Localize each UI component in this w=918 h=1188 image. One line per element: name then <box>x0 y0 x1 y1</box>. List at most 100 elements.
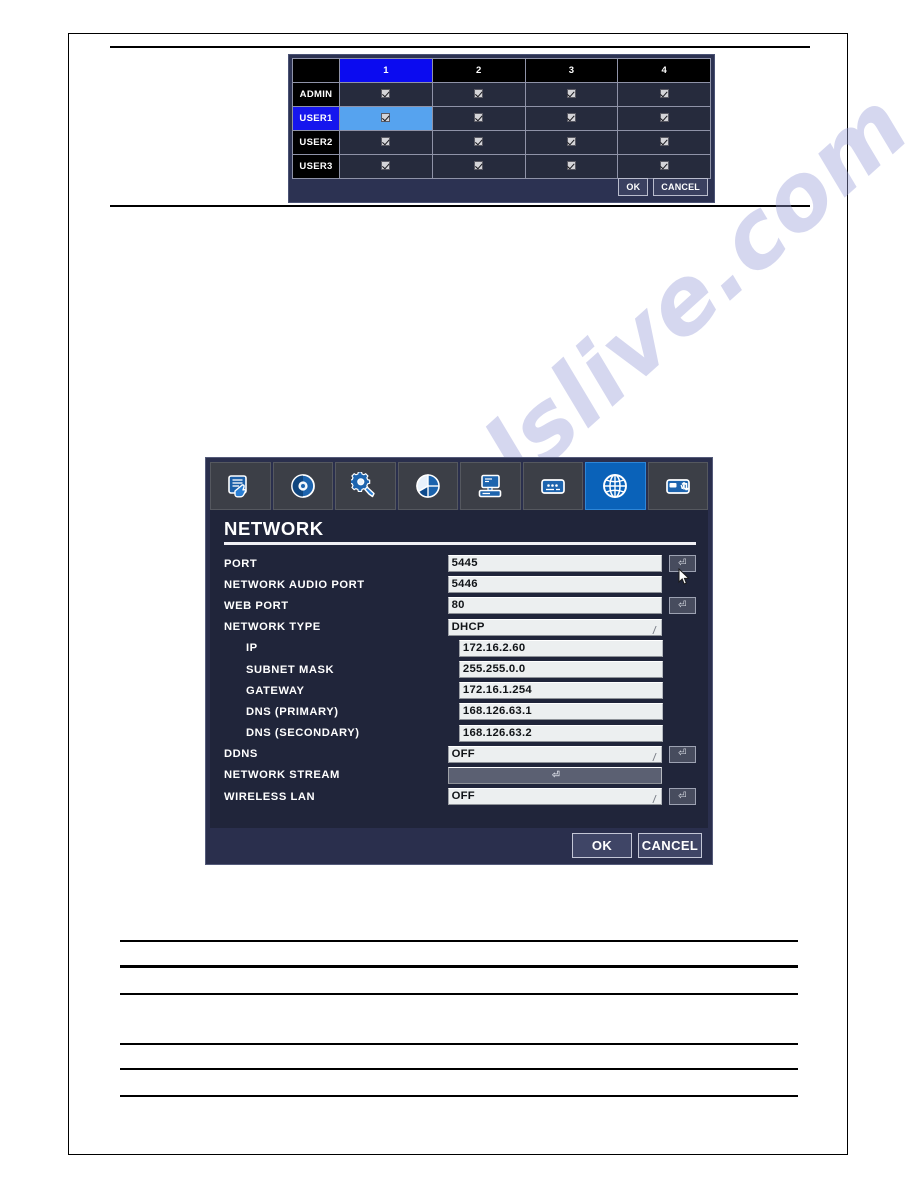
checkbox-icon[interactable] <box>474 88 484 98</box>
tab-event[interactable] <box>522 462 583 510</box>
table-header-row: 1 2 3 4 <box>292 58 711 83</box>
user-permission-dialog: 1 2 3 4 ADMIN USER1 USER2 USER3 OK CANCE… <box>288 54 715 203</box>
field-row-network-stream: NETWORK STREAM ⏎ <box>224 765 696 786</box>
perm-cell-user2-3[interactable] <box>524 130 619 155</box>
network-cancel-button[interactable]: CANCEL <box>638 832 702 858</box>
field-row-ddns: DDNS OFF ⏎ <box>224 744 696 765</box>
table-row: USER2 <box>292 130 711 155</box>
bottom-rule-1 <box>120 940 798 942</box>
checkbox-icon[interactable] <box>381 136 391 146</box>
dropdown-marker-icon <box>650 753 657 761</box>
dropdown-marker-icon <box>650 795 657 803</box>
enter-key-icon: ⏎ <box>678 557 687 569</box>
perm-cell-admin-4[interactable] <box>617 82 711 107</box>
select-wireless-lan[interactable]: OFF <box>447 788 662 806</box>
table-row: USER1 <box>292 106 711 131</box>
checkbox-icon[interactable] <box>381 88 391 98</box>
permission-cancel-button[interactable]: CANCEL <box>653 178 708 196</box>
enter-button-web-port[interactable]: ⏎ <box>668 597 696 615</box>
input-subnet-mask[interactable]: 255.255.0.0 <box>458 661 663 679</box>
user-label-admin[interactable]: ADMIN <box>292 82 340 107</box>
tab-system[interactable] <box>210 462 271 510</box>
channel-header-1[interactable]: 1 <box>339 58 433 83</box>
bottom-rule-2 <box>120 965 798 968</box>
user-label-user1[interactable]: USER1 <box>292 106 340 131</box>
perm-cell-admin-1[interactable] <box>339 82 433 107</box>
checkbox-icon[interactable] <box>659 112 669 122</box>
checkbox-icon[interactable] <box>474 136 484 146</box>
perm-cell-user1-1[interactable] <box>339 106 433 131</box>
perm-cell-user1-2[interactable] <box>431 106 526 131</box>
submenu-network-stream[interactable]: ⏎ <box>447 766 662 784</box>
select-network-type[interactable]: DHCP <box>447 618 662 636</box>
page-title: NETWORK <box>224 518 324 539</box>
input-ip[interactable]: 172.16.2.60 <box>458 639 663 657</box>
dropdown-marker-icon <box>650 626 657 634</box>
backup-transfer-icon: ∨ <box>664 472 692 500</box>
perm-cell-user1-3[interactable] <box>524 106 619 131</box>
channel-header-4[interactable]: 4 <box>617 58 711 83</box>
enter-button-port[interactable]: ⏎ <box>668 555 696 573</box>
perm-cell-user2-2[interactable] <box>431 130 526 155</box>
checkbox-icon[interactable] <box>381 112 391 122</box>
perm-cell-user1-4[interactable] <box>617 106 711 131</box>
enter-key-icon: ⏎ <box>678 748 687 760</box>
perm-cell-admin-2[interactable] <box>431 82 526 107</box>
select-ddns[interactable]: OFF <box>447 745 662 763</box>
checkbox-icon[interactable] <box>381 160 391 170</box>
perm-cell-admin-3[interactable] <box>524 82 619 107</box>
tab-device[interactable] <box>335 462 396 510</box>
enter-button-wireless-lan[interactable]: ⏎ <box>668 788 696 806</box>
input-port[interactable]: 5445 <box>447 555 662 573</box>
settings-tab-bar: ∨ <box>210 462 708 510</box>
checkbox-icon[interactable] <box>474 160 484 170</box>
bottom-rule-5 <box>120 1068 798 1070</box>
field-row-network-type: NETWORK TYPE DHCP <box>224 617 696 638</box>
user-label-user2[interactable]: USER2 <box>292 130 340 155</box>
field-row-port: PORT 5445 ⏎ <box>224 553 696 574</box>
checkbox-icon[interactable] <box>566 112 576 122</box>
network-dialog-footer: OK CANCEL <box>210 828 708 862</box>
checkbox-icon[interactable] <box>659 160 669 170</box>
perm-cell-user2-4[interactable] <box>617 130 711 155</box>
checkbox-icon[interactable] <box>566 160 576 170</box>
network-panel-body: NETWORK PORT 5445 ⏎ NETWORK AUDIO PORT 5… <box>210 510 708 828</box>
enter-key-icon: ⏎ <box>678 790 687 802</box>
field-row-subnet-mask: SUBNET MASK 255.255.0.0 <box>224 659 696 680</box>
permission-dialog-footer: OK CANCEL <box>292 174 711 200</box>
label-ddns: DDNS <box>224 748 258 761</box>
network-ok-button[interactable]: OK <box>572 832 632 858</box>
checkbox-icon[interactable] <box>566 136 576 146</box>
password-card-icon <box>539 472 567 500</box>
system-icon <box>226 472 254 500</box>
tab-backup[interactable]: ∨ <box>647 462 708 510</box>
field-row-ip: IP 172.16.2.60 <box>224 638 696 659</box>
checkbox-icon[interactable] <box>659 136 669 146</box>
input-network-audio-port[interactable]: 5446 <box>447 576 662 594</box>
input-dns-secondary[interactable]: 168.126.63.2 <box>458 724 663 742</box>
checkbox-icon[interactable] <box>659 88 669 98</box>
checkbox-icon[interactable] <box>566 88 576 98</box>
perm-cell-user2-1[interactable] <box>339 130 433 155</box>
channel-header-3[interactable]: 3 <box>524 58 619 83</box>
permission-table: 1 2 3 4 ADMIN USER1 USER2 USER3 <box>292 58 711 179</box>
enter-button-ddns[interactable]: ⏎ <box>668 745 696 763</box>
tab-display[interactable] <box>397 462 458 510</box>
input-dns-primary[interactable]: 168.126.63.1 <box>458 703 663 721</box>
label-ip: IP <box>246 642 258 655</box>
label-dns-primary: DNS (PRIMARY) <box>246 705 339 718</box>
bottom-rule-6 <box>120 1095 798 1097</box>
checkbox-icon[interactable] <box>474 112 484 122</box>
tab-storage[interactable] <box>460 462 521 510</box>
tab-record[interactable] <box>272 462 333 510</box>
gear-icon <box>351 472 379 500</box>
field-row-dns-primary: DNS (PRIMARY) 168.126.63.1 <box>224 701 696 722</box>
channel-header-2[interactable]: 2 <box>431 58 526 83</box>
label-network-type: NETWORK TYPE <box>224 621 321 634</box>
tab-network[interactable] <box>585 462 646 510</box>
header-rule-top <box>110 46 810 48</box>
input-gateway[interactable]: 172.16.1.254 <box>458 682 663 700</box>
enter-key-icon: ⏎ <box>678 599 687 611</box>
input-web-port[interactable]: 80 <box>447 597 662 615</box>
permission-ok-button[interactable]: OK <box>618 178 649 196</box>
